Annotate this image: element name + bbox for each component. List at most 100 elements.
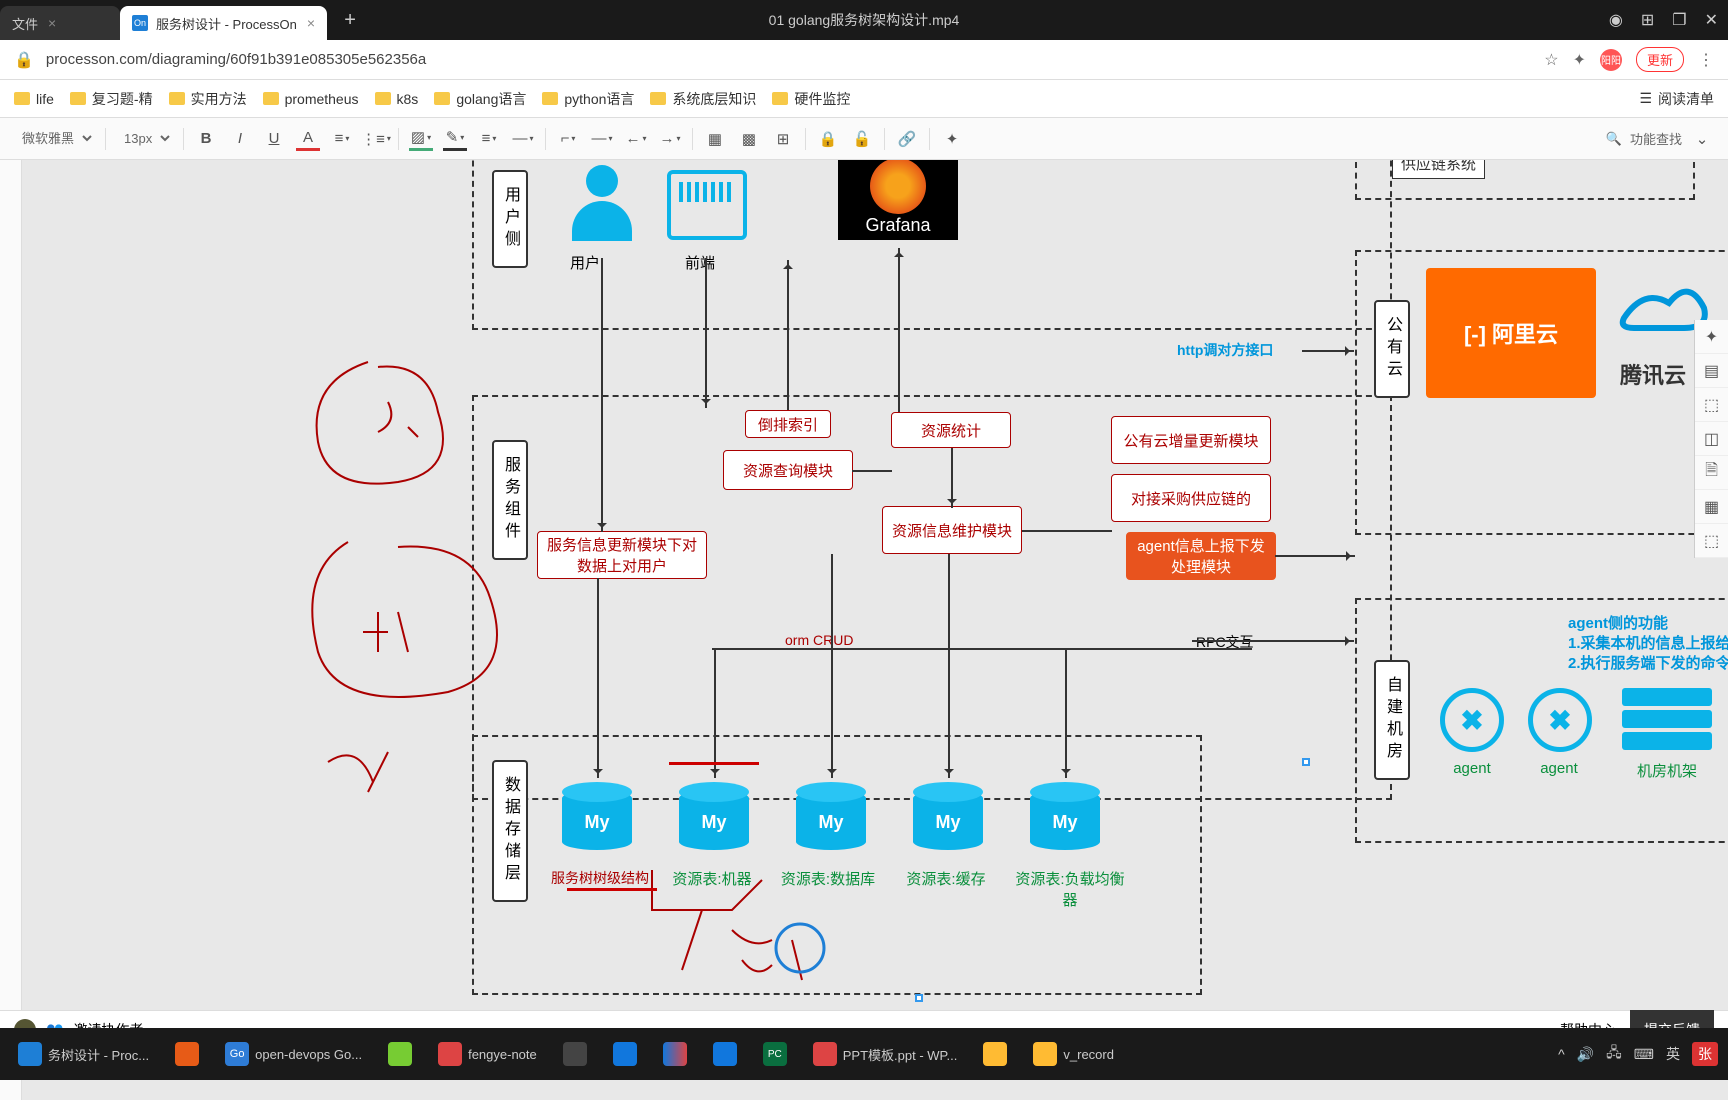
taskbar-item[interactable]	[605, 1038, 645, 1070]
selection-handle[interactable]	[1302, 758, 1310, 766]
label-user-side[interactable]: 用户侧	[492, 170, 528, 268]
fill-color-button[interactable]: ▨▾	[409, 127, 433, 151]
layers-icon[interactable]: ▤	[1695, 354, 1728, 388]
record-icon[interactable]: ◉	[1609, 10, 1623, 30]
arrow-start-button[interactable]: ←▾	[624, 127, 648, 151]
settings-icon[interactable]: ⬚	[1695, 524, 1728, 558]
update-button[interactable]: 更新	[1636, 47, 1684, 72]
reading-list-button[interactable]: ☰ 阅读清单	[1639, 89, 1714, 109]
tray-up-icon[interactable]: ^	[1558, 1046, 1565, 1062]
font-family-select[interactable]: 微软雅黑	[14, 126, 95, 151]
taskbar-item[interactable]: PC	[755, 1038, 795, 1070]
box-resource-stat[interactable]: 资源统计	[891, 412, 1011, 448]
send-back-button[interactable]: ▩	[737, 127, 761, 151]
taskbar-item[interactable]: v_record	[1025, 1038, 1122, 1070]
box-cloud-incr[interactable]: 公有云增量更新模块	[1111, 416, 1271, 464]
label-self-idc[interactable]: 自建机房	[1374, 660, 1410, 780]
taskbar-item[interactable]	[555, 1038, 595, 1070]
taskbar-item[interactable]: Goopen-devops Go...	[217, 1038, 370, 1070]
bookmark-item[interactable]: golang语言	[434, 89, 526, 109]
close-icon[interactable]: ×	[307, 15, 315, 31]
align-button[interactable]: ≡▾	[330, 127, 354, 151]
taskbar-item[interactable]	[705, 1038, 745, 1070]
template-icon[interactable]: ▦	[1695, 490, 1728, 524]
agent-icon[interactable]: ✖	[1440, 688, 1504, 752]
agent-icon[interactable]: ✖	[1528, 688, 1592, 752]
star-icon[interactable]: ☆	[1544, 50, 1558, 70]
taskbar-item[interactable]: 务树设计 - Proc...	[10, 1038, 157, 1070]
arrow-end-button[interactable]: →▾	[658, 127, 682, 151]
taskbar-item[interactable]	[655, 1038, 695, 1070]
unlock-button[interactable]: 🔓	[850, 127, 874, 151]
tray-audio-icon[interactable]: 🔊	[1577, 1046, 1594, 1063]
underline-button[interactable]: U	[262, 127, 286, 151]
font-size-select[interactable]: 13px	[116, 126, 173, 151]
db-cyl-cache[interactable]: My	[913, 782, 983, 857]
link-button[interactable]: 🔗	[895, 127, 919, 151]
line-style-button[interactable]: —▾	[511, 127, 535, 151]
lock-button[interactable]: 🔒	[816, 127, 840, 151]
label-supply-chain[interactable]: 供应链系统	[1392, 160, 1485, 179]
collapse-toolbar-button[interactable]: ⌄	[1690, 127, 1714, 151]
label-public-cloud[interactable]: 公有云	[1374, 300, 1410, 398]
magic-button[interactable]: ✦	[940, 127, 964, 151]
bookmark-item[interactable]: prometheus	[263, 91, 359, 107]
menu-icon[interactable]: ⋮	[1698, 50, 1714, 70]
left-rail[interactable]	[0, 160, 22, 1100]
italic-button[interactable]: I	[228, 127, 252, 151]
bring-front-button[interactable]: ▦	[703, 127, 727, 151]
profile-avatar[interactable]: 阳阳	[1600, 49, 1622, 71]
canvas-viewport[interactable]: 用户侧 服务组件 数据存储层 公有云 自建机房 供应链系统 用户 前端 Graf…	[22, 160, 1728, 1100]
tray-network-icon[interactable]: 🖧	[1606, 1042, 1622, 1066]
tray-ime-icon[interactable]: ⌨	[1634, 1046, 1654, 1063]
db-cyl-lb[interactable]: My	[1030, 782, 1100, 857]
box-resource-maint[interactable]: 资源信息维护模块	[882, 506, 1022, 554]
screen-icon[interactable]	[667, 170, 747, 240]
db-cyl-db[interactable]: My	[796, 782, 866, 857]
stroke-color-button[interactable]: ✎▾	[443, 127, 467, 151]
bookmark-item[interactable]: 系统底层知识	[650, 89, 756, 109]
box-supply-link[interactable]: 对接采购供应链的	[1111, 474, 1271, 522]
bookmark-item[interactable]: 复习题-精	[70, 89, 153, 109]
line-width-button[interactable]: ≡▾	[477, 127, 501, 151]
selection-handle[interactable]	[915, 994, 923, 1002]
diagram-canvas[interactable]: 用户侧 服务组件 数据存储层 公有云 自建机房 供应链系统 用户 前端 Graf…	[22, 160, 1728, 1100]
restore-icon[interactable]: ❐	[1672, 10, 1686, 30]
box-inverted-index[interactable]: 倒排索引	[745, 410, 831, 438]
comment-icon[interactable]: 🗎	[1695, 456, 1728, 490]
taskbar-item[interactable]	[167, 1038, 207, 1070]
system-tray[interactable]: ^ 🔊 🖧 ⌨ 英 张	[1558, 1042, 1718, 1066]
new-tab-button[interactable]: +	[335, 5, 365, 35]
url-field[interactable]: processon.com/diagraming/60f91b391e08530…	[46, 51, 1532, 68]
box-resource-query[interactable]: 资源查询模块	[723, 450, 853, 490]
taskbar-item[interactable]: PPT模板.ppt - WP...	[805, 1038, 966, 1070]
taskbar-item[interactable]	[975, 1038, 1015, 1070]
close-icon[interactable]: ×	[48, 15, 56, 31]
group-button[interactable]: ⊞	[771, 127, 795, 151]
lock-icon[interactable]: 🔒	[14, 50, 34, 70]
aliyun-logo[interactable]: [-] 阿里云	[1426, 268, 1596, 398]
text-color-button[interactable]: A	[296, 127, 320, 151]
grafana-logo[interactable]: Grafana	[838, 160, 958, 240]
connector-type-button[interactable]: ⌐▾	[556, 127, 580, 151]
connector-style-button[interactable]: —▾	[590, 127, 614, 151]
history-icon[interactable]: ◫	[1695, 422, 1728, 456]
db-cyl-machine[interactable]: My	[679, 782, 749, 857]
box-agent-report[interactable]: agent信息上报下发处理模块	[1126, 532, 1276, 580]
extensions-icon[interactable]: ✦	[1573, 50, 1586, 70]
user-icon[interactable]	[567, 165, 637, 245]
browser-tab-0[interactable]: 文件 ×	[0, 6, 120, 40]
tray-lang-icon[interactable]: 英	[1666, 1044, 1680, 1064]
taskbar-item[interactable]: fengye-note	[430, 1038, 545, 1070]
bookmark-item[interactable]: 硬件监控	[772, 89, 850, 109]
toolbar-search[interactable]: 功能查找	[1630, 129, 1682, 148]
browser-tab-1[interactable]: On 服务树设计 - ProcessOn ×	[120, 6, 327, 40]
bookmark-item[interactable]: 实用方法	[169, 89, 247, 109]
bold-button[interactable]: B	[194, 127, 218, 151]
list-button[interactable]: ⋮≡▾	[364, 127, 388, 151]
server-rack-icon[interactable]	[1622, 688, 1712, 750]
outline-icon[interactable]: ⬚	[1695, 388, 1728, 422]
navigator-icon[interactable]: ✦	[1695, 320, 1728, 354]
bookmark-item[interactable]: k8s	[375, 91, 419, 107]
tabs-overview-icon[interactable]: ⊞	[1641, 10, 1654, 30]
